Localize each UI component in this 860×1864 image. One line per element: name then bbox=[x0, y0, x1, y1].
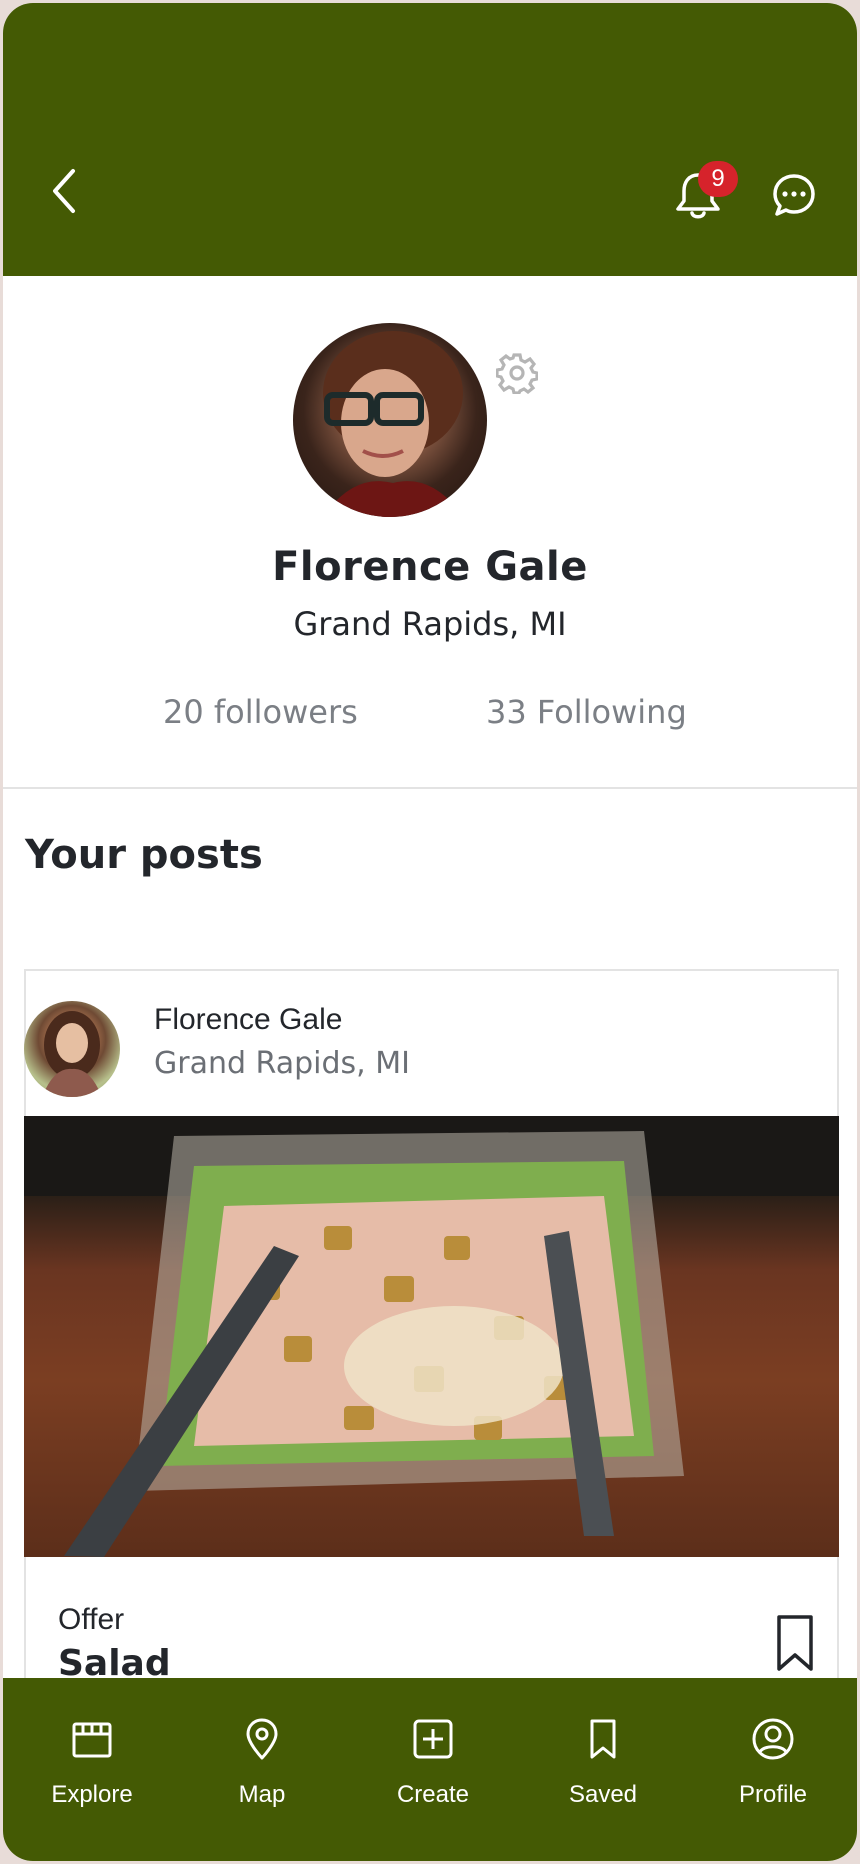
nav-explore[interactable]: Explore bbox=[22, 1678, 162, 1861]
save-post-button[interactable] bbox=[773, 1613, 817, 1673]
nav-map-label: Map bbox=[238, 1781, 286, 1808]
followers-count[interactable]: 20 followers bbox=[163, 693, 358, 731]
bottom-navigation: Explore Map Create Saved Profile bbox=[3, 1678, 857, 1861]
back-button[interactable] bbox=[43, 163, 87, 219]
post-author-location: Grand Rapids, MI bbox=[154, 1046, 410, 1081]
bookmark-outline-icon bbox=[777, 1615, 813, 1671]
post-author-avatar[interactable] bbox=[24, 1001, 120, 1097]
back-chevron-icon bbox=[53, 169, 75, 213]
top-bar bbox=[3, 3, 857, 276]
nav-profile-label: Profile bbox=[738, 1781, 808, 1808]
posts-section-title: Your posts bbox=[25, 832, 263, 878]
plus-square-icon bbox=[413, 1719, 453, 1759]
app-screen: 9 Florence Gale Grand Rapids, MI 20 foll… bbox=[3, 3, 857, 1861]
messages-button[interactable] bbox=[770, 171, 818, 219]
nav-profile[interactable]: Profile bbox=[703, 1678, 843, 1861]
nav-map[interactable]: Map bbox=[192, 1678, 332, 1861]
profile-avatar[interactable] bbox=[293, 323, 487, 517]
profile-location: Grand Rapids, MI bbox=[293, 605, 567, 643]
profile-name: Florence Gale bbox=[272, 544, 588, 590]
section-divider bbox=[3, 787, 857, 789]
profile-photo bbox=[323, 331, 463, 517]
nav-saved-label: Saved bbox=[568, 1781, 638, 1808]
chat-bubble-icon bbox=[773, 174, 815, 216]
storefront-icon bbox=[72, 1722, 112, 1758]
post-author-photo bbox=[42, 1011, 102, 1097]
bookmark-icon bbox=[590, 1719, 616, 1759]
nav-create-label: Create bbox=[396, 1781, 470, 1808]
offer-label: Offer bbox=[58, 1603, 125, 1636]
notification-badge: 9 bbox=[698, 161, 738, 197]
nav-explore-label: Explore bbox=[51, 1781, 133, 1808]
following-count[interactable]: 33 Following bbox=[486, 693, 687, 731]
salad-photo bbox=[24, 1116, 839, 1557]
post-image[interactable] bbox=[24, 1116, 839, 1557]
user-circle-icon bbox=[752, 1718, 794, 1760]
gear-icon bbox=[495, 353, 539, 395]
nav-saved[interactable]: Saved bbox=[533, 1678, 673, 1861]
map-pin-icon bbox=[246, 1718, 278, 1760]
nav-create[interactable]: Create bbox=[363, 1678, 503, 1861]
post-author-name[interactable]: Florence Gale bbox=[154, 1003, 342, 1037]
settings-button[interactable] bbox=[495, 352, 539, 395]
